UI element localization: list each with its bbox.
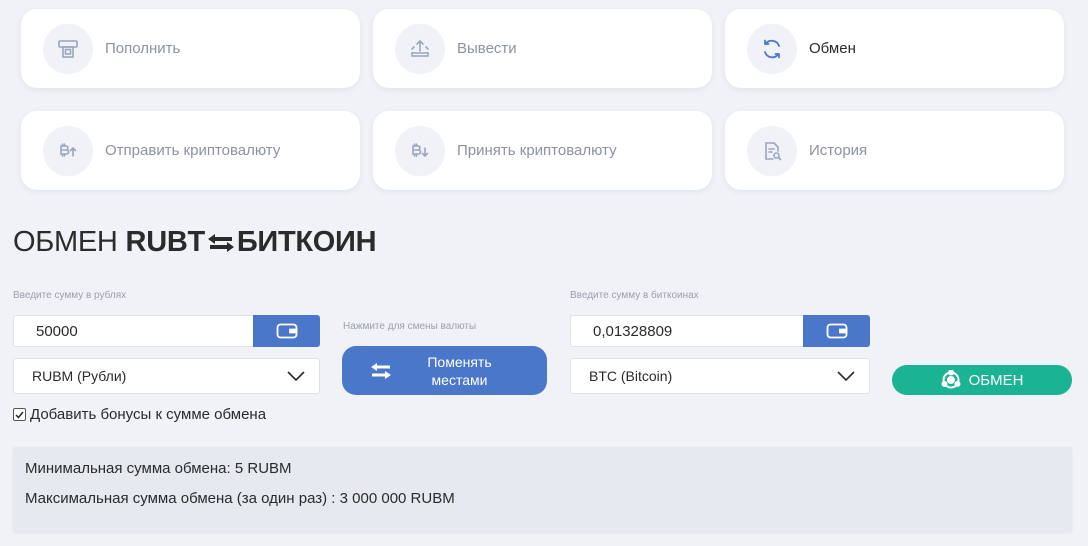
bitcoin-receive-icon bbox=[395, 125, 445, 176]
max-amount-text: Максимальная сумма обмена (за один раз) … bbox=[25, 490, 455, 507]
action-card-label: Отправить криптовалюту bbox=[105, 142, 281, 159]
rub-currency-select[interactable]: RUBM (Рубли) bbox=[13, 358, 320, 394]
action-card-history[interactable]: История bbox=[725, 111, 1064, 190]
swap-button-label: Поменять местами bbox=[427, 353, 492, 388]
action-card-label: Обмен bbox=[809, 40, 856, 57]
action-card-label: Принять криптовалюту bbox=[457, 142, 617, 159]
btc-wallet-button[interactable] bbox=[803, 315, 870, 347]
bitcoin-send-icon bbox=[43, 125, 93, 176]
title-prefix: ОБМЕН bbox=[13, 226, 118, 258]
action-card-label: Вывести bbox=[457, 40, 517, 57]
wallet-icon bbox=[276, 323, 297, 339]
exchange-submit-label: ОБМЕН bbox=[968, 371, 1024, 389]
document-search-icon bbox=[747, 125, 797, 176]
atm-icon bbox=[43, 23, 93, 74]
exchange-submit-button[interactable]: ОБМЕН bbox=[892, 365, 1072, 395]
btc-currency-value: BTC (Bitcoin) bbox=[589, 368, 673, 384]
title-from-currency: RUBT bbox=[125, 226, 206, 258]
wallet-icon bbox=[826, 323, 847, 339]
refresh-icon bbox=[747, 23, 797, 74]
btc-currency-select[interactable]: BTC (Bitcoin) bbox=[570, 358, 870, 394]
action-card-send-crypto[interactable]: Отправить криптовалюту bbox=[21, 111, 360, 190]
rub-amount-input[interactable]: 50000 bbox=[13, 315, 253, 347]
title-to-currency: БИТКОИН bbox=[236, 226, 377, 258]
upload-tray-icon bbox=[395, 23, 445, 74]
exchange-arrows-icon bbox=[207, 233, 234, 252]
chevron-down-icon bbox=[287, 371, 305, 381]
swap-arrows-icon bbox=[370, 362, 391, 379]
exchange-cycle-icon bbox=[941, 370, 961, 389]
btc-amount-value: 0,01328809 bbox=[593, 322, 673, 340]
btc-amount-label: Введите сумму в биткоинах bbox=[570, 290, 699, 301]
checkbox-checked-icon bbox=[13, 408, 26, 421]
chevron-down-icon bbox=[837, 371, 855, 381]
rub-amount-value: 50000 bbox=[36, 322, 78, 340]
action-card-exchange[interactable]: Обмен bbox=[725, 9, 1064, 88]
action-card-deposit[interactable]: Пополнить bbox=[21, 9, 360, 88]
action-card-label: Пополнить bbox=[105, 40, 181, 57]
action-card-withdraw[interactable]: Вывести bbox=[373, 9, 712, 88]
btc-amount-input[interactable]: 0,01328809 bbox=[570, 315, 803, 347]
min-amount-text: Минимальная сумма обмена: 5 RUBM bbox=[25, 460, 292, 477]
rub-wallet-button[interactable] bbox=[253, 315, 320, 347]
action-card-label: История bbox=[809, 142, 868, 159]
rub-currency-value: RUBM (Рубли) bbox=[32, 368, 127, 384]
swap-hint: Нажмите для смены валюты bbox=[343, 321, 477, 332]
page-title: ОБМЕН RUBT БИТКОИН bbox=[13, 226, 377, 259]
exchange-limits-info: Минимальная сумма обмена: 5 RUBM Максима… bbox=[13, 447, 1072, 532]
bonus-checkbox[interactable]: Добавить бонусы к сумме обмена bbox=[13, 406, 266, 423]
action-card-receive-crypto[interactable]: Принять криптовалюту bbox=[373, 111, 712, 190]
swap-currencies-button[interactable]: Поменять местами bbox=[342, 346, 547, 395]
bonus-checkbox-label: Добавить бонусы к сумме обмена bbox=[30, 406, 267, 423]
rub-amount-label: Введите сумму в рублях bbox=[13, 290, 127, 301]
